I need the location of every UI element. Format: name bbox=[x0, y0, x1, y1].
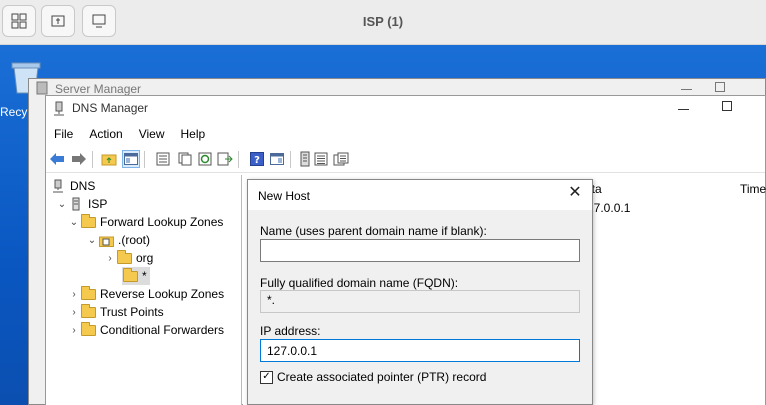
ptr-record-row[interactable]: ✓ Create associated pointer (PTR) record bbox=[260, 370, 486, 384]
ptr-record-checkbox[interactable]: ✓ bbox=[260, 370, 273, 384]
back-button[interactable] bbox=[48, 150, 66, 168]
expand-arrow-icon[interactable]: › bbox=[104, 253, 116, 264]
zone-button[interactable] bbox=[312, 150, 330, 168]
tree-node-conditional-forwarders[interactable]: › Conditional Forwarders bbox=[68, 321, 224, 339]
fqdn-field: *. bbox=[260, 290, 580, 313]
folder-icon bbox=[80, 321, 96, 336]
action-pane-icon bbox=[270, 153, 284, 165]
action-pane-button[interactable] bbox=[268, 150, 286, 168]
console-tree: DNS ⌄ ISP ⌄ Forward Lookup Zones ⌄ .(roo… bbox=[46, 175, 242, 405]
recycle-bin-label: Recy bbox=[0, 105, 28, 119]
tree-label-wildcard: * bbox=[142, 269, 147, 283]
toolbar-separator bbox=[144, 151, 145, 168]
server-manager-icon bbox=[36, 81, 48, 95]
minimize-button[interactable] bbox=[678, 109, 689, 110]
close-icon[interactable]: ✕ bbox=[568, 185, 582, 201]
records-icon bbox=[333, 152, 349, 166]
vm-toolbar: ISP (1) bbox=[0, 0, 766, 45]
server-icon bbox=[300, 151, 310, 167]
dns-window-title: DNS Manager bbox=[72, 101, 149, 115]
folder-icon bbox=[80, 213, 96, 228]
ptr-record-label: Create associated pointer (PTR) record bbox=[277, 370, 487, 384]
collapse-arrow-icon[interactable]: ⌄ bbox=[68, 217, 80, 228]
tree-label-conditional-forwarders: Conditional Forwarders bbox=[100, 323, 225, 337]
collapse-arrow-icon[interactable]: ⌄ bbox=[56, 199, 68, 210]
up-folder-button[interactable] bbox=[100, 150, 118, 168]
ip-address-label: IP address: bbox=[260, 324, 321, 338]
dns-app-icon bbox=[54, 101, 64, 116]
new-host-dialog: New Host ✕ Name (uses parent domain name… bbox=[247, 179, 593, 405]
folder-up-icon bbox=[101, 154, 117, 166]
tree-label-root-zone: .(root) bbox=[118, 233, 151, 247]
tree-node-reverse-lookup-zones[interactable]: › Reverse Lookup Zones bbox=[68, 285, 224, 303]
folder-icon bbox=[80, 303, 96, 318]
tree-node-trust-points[interactable]: › Trust Points bbox=[68, 303, 164, 321]
tree-node-dns[interactable]: DNS bbox=[50, 177, 95, 195]
folder-icon bbox=[122, 267, 138, 282]
maximize-button[interactable] bbox=[715, 82, 725, 92]
toolbar: ? bbox=[46, 147, 765, 173]
export-list-button[interactable] bbox=[216, 150, 234, 168]
server-icon bbox=[72, 197, 80, 211]
refresh-button[interactable] bbox=[196, 150, 214, 168]
menu-bar: File Action View Help bbox=[46, 124, 765, 146]
tree-node-org[interactable]: › org bbox=[104, 249, 153, 267]
back-arrow-icon bbox=[50, 153, 64, 165]
ip-address-input[interactable] bbox=[260, 339, 580, 362]
record-data-cell[interactable]: 27.0.0.1 bbox=[587, 201, 630, 215]
tree-label-dns: DNS bbox=[70, 179, 96, 193]
name-input[interactable] bbox=[260, 239, 580, 262]
copy-button[interactable] bbox=[176, 150, 194, 168]
name-label: Name (uses parent domain name if blank): bbox=[260, 224, 487, 238]
tree-node-root-zone[interactable]: ⌄ .(root) bbox=[86, 231, 150, 249]
minimize-button[interactable] bbox=[681, 89, 692, 90]
menu-view[interactable]: View bbox=[131, 124, 173, 146]
show-hide-tree-button[interactable] bbox=[122, 150, 140, 168]
collapse-arrow-icon[interactable]: ⌄ bbox=[86, 235, 98, 246]
tree-node-isp[interactable]: ⌄ ISP bbox=[56, 195, 108, 213]
folder-icon bbox=[80, 285, 96, 300]
copy-icon bbox=[178, 152, 192, 166]
vm-title: ISP (1) bbox=[362, 14, 404, 29]
toolbar-separator bbox=[290, 151, 291, 168]
list-icon bbox=[156, 152, 170, 166]
tree-label-reverse-lookup-zones: Reverse Lookup Zones bbox=[100, 287, 225, 301]
console-tree-icon bbox=[124, 153, 138, 165]
help-icon: ? bbox=[250, 152, 264, 166]
forward-button[interactable] bbox=[70, 150, 88, 168]
svg-text:?: ? bbox=[254, 155, 260, 166]
folder-icon bbox=[116, 249, 132, 264]
forward-arrow-icon bbox=[72, 153, 86, 165]
menu-file[interactable]: File bbox=[46, 124, 81, 146]
tree-label-trust-points: Trust Points bbox=[100, 305, 164, 319]
expand-arrow-icon[interactable]: › bbox=[68, 325, 80, 336]
menu-help[interactable]: Help bbox=[173, 124, 214, 146]
tree-label-isp: ISP bbox=[88, 197, 108, 211]
expand-arrow-icon[interactable]: › bbox=[68, 307, 80, 318]
refresh-icon bbox=[198, 152, 212, 166]
column-header-timestamp[interactable]: Time bbox=[740, 182, 766, 196]
help-button[interactable]: ? bbox=[248, 150, 266, 168]
fqdn-label: Fully qualified domain name (FQDN): bbox=[260, 276, 459, 290]
tree-label-org: org bbox=[136, 251, 154, 265]
maximize-button[interactable] bbox=[722, 101, 732, 111]
records-button[interactable] bbox=[332, 150, 350, 168]
dialog-titlebar: New Host ✕ bbox=[248, 180, 592, 210]
toolbar-separator bbox=[92, 151, 93, 168]
zone-icon bbox=[98, 236, 114, 247]
expand-arrow-icon[interactable]: › bbox=[68, 289, 80, 300]
menu-action[interactable]: Action bbox=[81, 124, 130, 146]
server-manager-title: Server Manager bbox=[55, 82, 142, 96]
tree-label-forward-lookup-zones: Forward Lookup Zones bbox=[100, 215, 224, 229]
toolbar-separator bbox=[238, 151, 239, 168]
zone-list-icon bbox=[314, 152, 328, 166]
properties-list-button[interactable] bbox=[154, 150, 172, 168]
tree-node-wildcard[interactable]: * bbox=[122, 267, 150, 285]
tree-node-forward-lookup-zones[interactable]: ⌄ Forward Lookup Zones bbox=[68, 213, 223, 231]
dns-titlebar: DNS Manager bbox=[46, 96, 765, 123]
dialog-title: New Host bbox=[258, 189, 311, 203]
export-icon bbox=[217, 152, 233, 166]
dns-icon bbox=[53, 179, 63, 193]
